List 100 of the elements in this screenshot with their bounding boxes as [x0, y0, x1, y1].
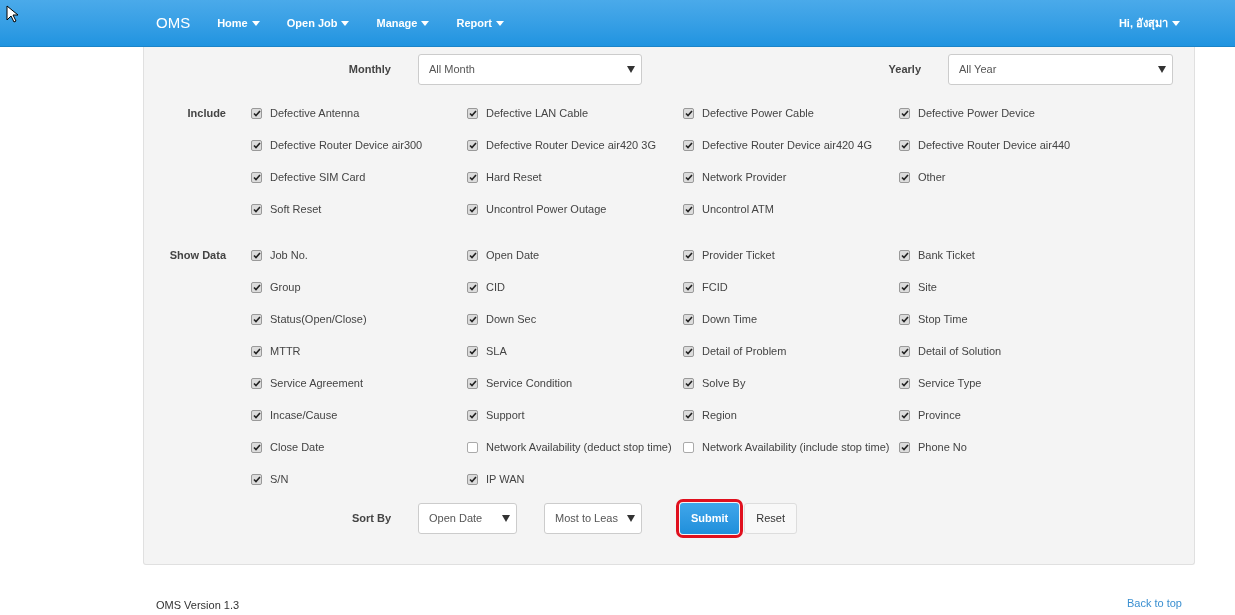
select-field[interactable]: All Year: [948, 54, 1173, 85]
checkbox-label[interactable]: Bank Ticket: [918, 249, 975, 262]
checkbox[interactable]: [467, 250, 478, 261]
checkbox[interactable]: [899, 410, 910, 421]
checkbox[interactable]: [467, 172, 478, 183]
checkbox-label[interactable]: Uncontrol Power Outage: [486, 203, 607, 216]
reset-button[interactable]: Reset: [744, 503, 798, 534]
checkbox-label[interactable]: Defective Router Device air420 3G: [486, 139, 656, 152]
checkbox[interactable]: [251, 314, 262, 325]
checkbox-label[interactable]: Down Sec: [486, 313, 537, 326]
checkbox-label[interactable]: Close Date: [270, 441, 325, 454]
checkbox[interactable]: [251, 474, 262, 485]
checkbox-label[interactable]: Stop Time: [918, 313, 968, 326]
caret-icon: [627, 66, 635, 73]
checkbox-label[interactable]: Support: [486, 409, 525, 422]
checkbox[interactable]: [467, 282, 478, 293]
checkbox[interactable]: [251, 410, 262, 421]
checkbox-label[interactable]: Down Time: [702, 313, 758, 326]
checkbox-label[interactable]: Detail of Problem: [702, 345, 787, 358]
checkbox-label[interactable]: SLA: [486, 345, 507, 358]
checkbox-label[interactable]: Uncontrol ATM: [702, 203, 774, 216]
checkbox[interactable]: [683, 282, 694, 293]
checkbox-label[interactable]: Status(Open/Close): [270, 313, 367, 326]
checkbox-label[interactable]: Province: [918, 409, 961, 422]
checkbox[interactable]: [467, 410, 478, 421]
checkbox[interactable]: [683, 140, 694, 151]
checkbox[interactable]: [683, 378, 694, 389]
checkbox[interactable]: [683, 314, 694, 325]
checkbox-label[interactable]: Phone No: [918, 441, 967, 454]
checkbox[interactable]: [899, 282, 910, 293]
check-icon: [900, 348, 909, 355]
checkbox-label[interactable]: Region: [702, 409, 737, 422]
checkbox[interactable]: [467, 204, 478, 215]
checkbox[interactable]: [467, 108, 478, 119]
back-to-top-link[interactable]: Back to top: [1126, 595, 1182, 612]
checkbox[interactable]: [683, 172, 694, 183]
checkbox-label[interactable]: Other: [918, 171, 946, 184]
checkbox-label[interactable]: Defective Power Device: [918, 107, 1035, 120]
checkbox[interactable]: [251, 378, 262, 389]
checkbox[interactable]: [467, 442, 478, 453]
checkbox[interactable]: [467, 378, 478, 389]
checkbox-label[interactable]: Group: [270, 281, 301, 294]
checkbox[interactable]: [899, 442, 910, 453]
select-field[interactable]: All Month: [418, 54, 642, 85]
checkbox-label[interactable]: Soft Reset: [270, 203, 322, 216]
checkbox-label[interactable]: CID: [486, 281, 505, 294]
checkbox[interactable]: [467, 346, 478, 357]
checkbox[interactable]: [899, 108, 910, 119]
checkbox-label[interactable]: Service Agreement: [270, 377, 363, 390]
checkbox[interactable]: [251, 172, 262, 183]
checkbox[interactable]: [251, 140, 262, 151]
caret-icon: [495, 20, 504, 26]
checkbox-label[interactable]: Network Provider: [702, 171, 787, 184]
checkbox-label[interactable]: Detail of Solution: [918, 345, 1002, 358]
checkbox-label[interactable]: Job No.: [270, 249, 308, 262]
checkbox[interactable]: [899, 314, 910, 325]
checkbox[interactable]: [683, 250, 694, 261]
checkbox-label[interactable]: MTTR: [270, 345, 301, 358]
check-icon: [684, 284, 693, 291]
checkbox[interactable]: [683, 442, 694, 453]
checkbox-label[interactable]: Defective Power Cable: [702, 107, 814, 120]
checkbox[interactable]: [683, 108, 694, 119]
checkbox-label[interactable]: Defective LAN Cable: [486, 107, 589, 120]
checkbox[interactable]: [683, 346, 694, 357]
checkbox[interactable]: [467, 474, 478, 485]
checkbox-label[interactable]: Defective Antenna: [270, 107, 360, 120]
checkbox-label[interactable]: Incase/Cause: [270, 409, 338, 422]
checkbox-label[interactable]: Open Date: [486, 249, 540, 262]
checkbox[interactable]: [251, 250, 262, 261]
checkbox[interactable]: [683, 204, 694, 215]
checkbox-label[interactable]: Defective SIM Card: [270, 171, 366, 184]
checkbox-label[interactable]: Solve By: [702, 377, 746, 390]
checkbox-label[interactable]: Network Availability (include stop time): [702, 441, 890, 454]
checkbox[interactable]: [467, 314, 478, 325]
checkbox-label[interactable]: Provider Ticket: [702, 249, 775, 262]
checkbox[interactable]: [251, 204, 262, 215]
checkbox-label[interactable]: Hard Reset: [486, 171, 542, 184]
select-field[interactable]: Most to Leas: [544, 503, 642, 534]
checkbox-label[interactable]: Network Availability (deduct stop time): [486, 441, 672, 454]
select-field[interactable]: Open Date: [418, 503, 517, 534]
checkbox-label[interactable]: IP WAN: [486, 473, 525, 486]
checkbox[interactable]: [251, 282, 262, 293]
checkbox-label[interactable]: Service Condition: [486, 377, 573, 390]
checkbox-label[interactable]: Defective Router Device air300: [270, 139, 423, 152]
checkbox[interactable]: [899, 346, 910, 357]
checkbox[interactable]: [467, 140, 478, 151]
checkbox[interactable]: [899, 250, 910, 261]
checkbox-label[interactable]: Defective Router Device air440: [918, 139, 1071, 152]
checkbox-label[interactable]: Defective Router Device air420 4G: [702, 139, 872, 152]
checkbox[interactable]: [251, 442, 262, 453]
checkbox-label[interactable]: Site: [918, 281, 937, 294]
checkbox-label[interactable]: FCID: [702, 281, 728, 294]
checkbox-label[interactable]: S/N: [270, 473, 289, 486]
checkbox[interactable]: [899, 172, 910, 183]
checkbox[interactable]: [683, 410, 694, 421]
checkbox[interactable]: [251, 346, 262, 357]
checkbox[interactable]: [899, 378, 910, 389]
checkbox[interactable]: [251, 108, 262, 119]
checkbox-label[interactable]: Service Type: [918, 377, 982, 390]
checkbox[interactable]: [899, 140, 910, 151]
